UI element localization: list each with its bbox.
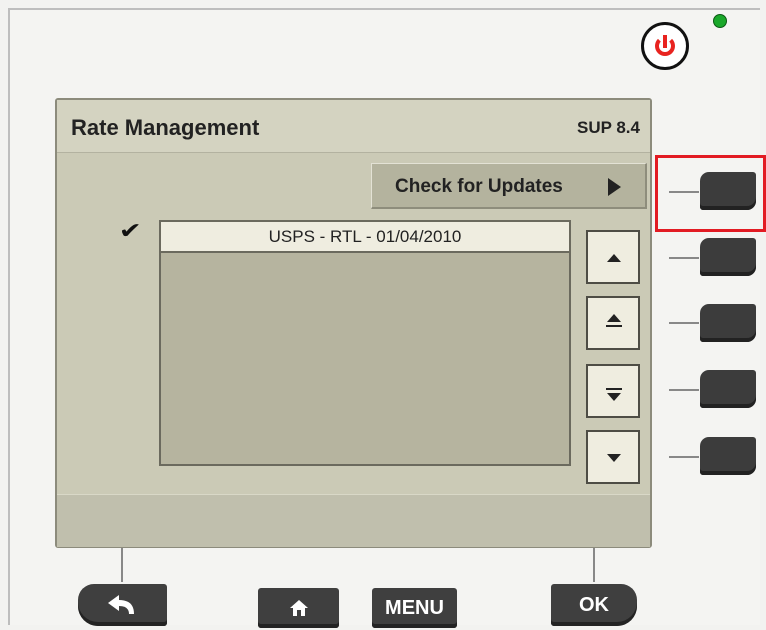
- power-icon-bar: [661, 33, 669, 50]
- version-label: SUP 8.4: [576, 118, 640, 137]
- arrow-up-icon: [607, 254, 621, 262]
- page-up-button[interactable]: [586, 296, 640, 350]
- check-for-updates-button[interactable]: Check for Updates: [371, 163, 647, 209]
- screen-footer: [57, 494, 650, 547]
- rate-list[interactable]: USPS - RTL - 01/04/2010: [159, 220, 571, 466]
- page-title: Rate Management: [71, 115, 260, 140]
- power-button[interactable]: [641, 22, 689, 70]
- highlight-box: [655, 155, 766, 232]
- screen-header: Rate Management SUP 8.4: [57, 100, 650, 153]
- double-arrow-up-icon-bar: [606, 325, 622, 327]
- list-item[interactable]: USPS - RTL - 01/04/2010: [161, 222, 569, 253]
- scroll-down-button[interactable]: [586, 430, 640, 484]
- back-button[interactable]: [78, 584, 167, 626]
- ok-button[interactable]: OK: [551, 584, 637, 626]
- softkey-5[interactable]: [700, 437, 756, 475]
- softkey-connector: [669, 456, 699, 458]
- double-arrow-down-icon-bar: [606, 388, 622, 390]
- menu-button[interactable]: MENU: [372, 588, 457, 628]
- play-icon: [608, 178, 621, 196]
- double-arrow-down-icon: [607, 393, 621, 401]
- home-icon: [289, 600, 308, 616]
- home-button[interactable]: [258, 588, 339, 628]
- scroll-up-button[interactable]: [586, 230, 640, 284]
- display-screen: Rate Management SUP 8.4 Check for Update…: [55, 98, 652, 548]
- softkey-connector: [669, 257, 699, 259]
- softkey-connector: [669, 389, 699, 391]
- softkey-2[interactable]: [700, 238, 756, 276]
- softkey-4[interactable]: [700, 370, 756, 408]
- softkey-connector: [669, 322, 699, 324]
- softkey-3[interactable]: [700, 304, 756, 342]
- checkmark-icon: ✔: [118, 218, 142, 243]
- check-for-updates-label: Check for Updates: [395, 176, 563, 197]
- key-connector: [593, 548, 595, 582]
- menu-label: MENU: [385, 596, 444, 619]
- key-connector: [121, 548, 123, 582]
- status-led-icon: [713, 14, 727, 28]
- arrow-down-icon: [607, 454, 621, 462]
- page-down-button[interactable]: [586, 364, 640, 418]
- back-arrow-icon: [107, 595, 134, 614]
- double-arrow-up-icon: [607, 314, 621, 322]
- ok-label: OK: [579, 593, 609, 616]
